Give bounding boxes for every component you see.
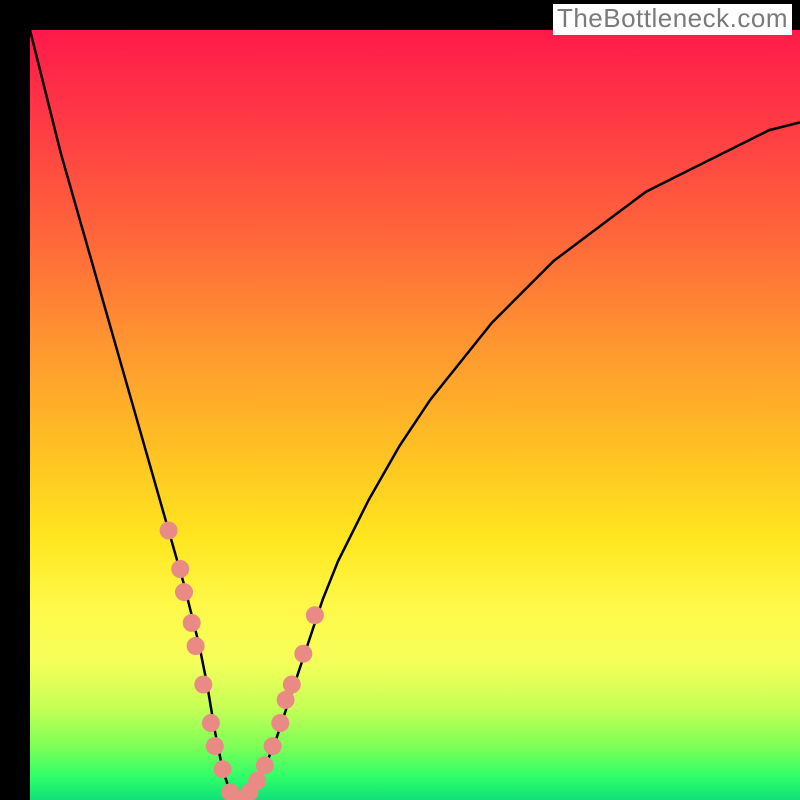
bottleneck-curve-svg — [30, 30, 800, 800]
curve-marker — [256, 756, 274, 774]
curve-markers — [160, 522, 324, 800]
curve-marker — [175, 583, 193, 601]
curve-marker — [306, 606, 324, 624]
curve-marker — [283, 676, 301, 694]
curve-marker — [248, 772, 266, 790]
curve-marker — [194, 676, 212, 694]
curve-marker — [202, 714, 220, 732]
chart-frame: TheBottleneck.com — [0, 0, 800, 800]
curve-marker — [206, 737, 224, 755]
bottleneck-curve — [30, 30, 800, 800]
curve-marker — [187, 637, 205, 655]
curve-marker — [183, 614, 201, 632]
plot-area — [30, 30, 800, 800]
curve-marker — [294, 645, 312, 663]
curve-marker — [277, 691, 295, 709]
curve-marker — [171, 560, 189, 578]
watermark-text: TheBottleneck.com — [553, 4, 792, 35]
curve-marker — [214, 760, 232, 778]
curve-marker — [264, 737, 282, 755]
curve-marker — [160, 522, 178, 540]
curve-marker — [271, 714, 289, 732]
